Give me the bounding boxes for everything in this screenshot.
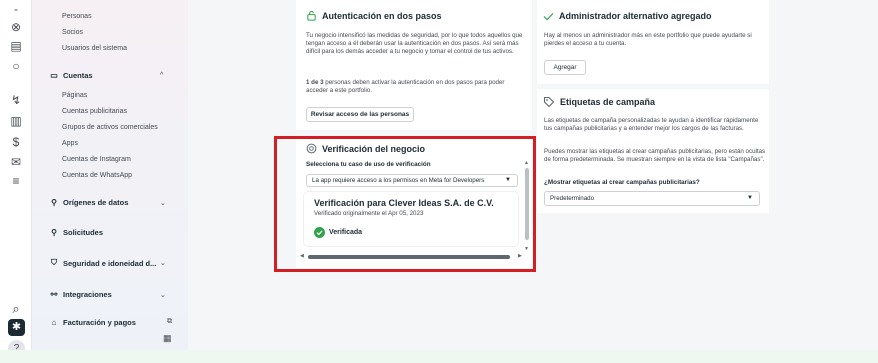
sidebar-section-billing[interactable]: ⌂ Facturación y pagos — [48, 318, 136, 327]
sidebar-section-label: Seguridad e idoneidad d... — [63, 258, 157, 268]
sidebar-item-paginas[interactable]: Páginas — [62, 92, 87, 99]
chevron-up-icon[interactable]: ^ — [160, 72, 163, 79]
sidebar-section-label: Cuentas — [63, 71, 93, 80]
lock-icon — [307, 10, 316, 21]
add-admin-button[interactable]: Agregar — [544, 60, 586, 75]
two-factor-card: Autenticación en dos pasos Tu negocio in… — [296, 0, 532, 130]
caret-down-icon: ▼ — [747, 195, 753, 201]
sidebar-footer-icon[interactable]: ▦ — [163, 333, 172, 344]
two-factor-title-text: Autenticación en dos pasos — [322, 10, 442, 21]
campaign-tags-body-1: Las etiquetas de campaña personalizadas … — [544, 117, 759, 133]
sidebar-item-asset-groups[interactable]: Grupos de activos comerciales — [62, 124, 158, 131]
sidebar-item-socios[interactable]: Socios — [62, 29, 83, 36]
review-access-button[interactable]: Revisar acceso de las personas — [306, 107, 414, 122]
sidebar-section-label: Facturación y pagos — [63, 318, 136, 327]
folder-icon: ▭ — [50, 71, 58, 80]
sidebar-item-personas[interactable]: Personas — [62, 13, 92, 20]
sidebar-item-whatsapp[interactable]: Cuentas de WhatsApp — [62, 172, 132, 179]
sidebar-item-instagram[interactable]: Cuentas de Instagram — [62, 156, 131, 163]
billing-icon: ⌂ — [51, 318, 57, 327]
circle-icon[interactable]: ○ — [6, 57, 26, 75]
bottom-bar — [0, 350, 878, 363]
menu-icon[interactable]: ≡ — [6, 172, 26, 190]
top-item-icon[interactable]: - — [6, 0, 26, 18]
admin-title: Administrador alternativo agregado — [543, 11, 712, 21]
sidebar-item-ad-accounts[interactable]: Cuentas publicitarias — [62, 108, 127, 115]
account-icon[interactable]: ⊗ — [6, 18, 26, 36]
sidebar-section-label: Solicitudes — [63, 228, 104, 237]
data-sources-icon: ⚲ — [51, 198, 57, 207]
highlight-box — [274, 136, 536, 272]
campaign-tags-card: Etiquetas de campaña Las etiquetas de ca… — [537, 89, 769, 213]
two-factor-title: Autenticación en dos pasos — [306, 10, 442, 21]
sidebar: Personas Socios Usuarios del sistema ▭ C… — [32, 0, 188, 350]
tools-icon[interactable]: ▤ — [6, 37, 26, 55]
chevron-down-icon[interactable]: ⌄ — [160, 291, 166, 299]
integrations-rail-icon[interactable]: ↯ — [6, 91, 26, 109]
chevron-down-icon[interactable]: ⌄ — [160, 199, 166, 207]
admin-card: Administrador alternativo agregado Hay a… — [537, 0, 769, 84]
two-factor-body: Tu negocio intensificó las medidas de se… — [306, 32, 523, 56]
shield-icon: ⛉ — [51, 258, 57, 267]
two-factor-count-text: personas deben activar la autenticación … — [306, 79, 505, 95]
tag-icon — [543, 96, 555, 108]
analytics-icon[interactable]: ▥ — [6, 112, 26, 130]
external-link-icon[interactable]: ⧉ — [167, 318, 172, 326]
sidebar-section-security[interactable]: ⛉ Seguridad e idoneidad d... — [48, 258, 156, 268]
sidebar-section-requests[interactable]: ⚲ Solicitudes — [48, 228, 103, 237]
sidebar-section-integrations[interactable]: ⚯ Integraciones — [48, 290, 112, 299]
search-icon[interactable]: ⌕ — [6, 300, 26, 318]
requests-icon: ⚲ — [51, 228, 57, 237]
campaign-tags-title-text: Etiquetas de campaña — [560, 97, 656, 107]
campaign-tags-select[interactable]: Predeterminado ▼ — [544, 191, 760, 206]
campaign-tags-question: ¿Mostrar etiquetas al crear campañas pub… — [544, 179, 700, 186]
sidebar-section-data-sources[interactable]: ⚲ Orígenes de datos — [48, 198, 128, 207]
sidebar-section-cuentas[interactable]: ▭ Cuentas — [48, 71, 93, 80]
check-icon — [543, 12, 554, 20]
icon-rail: - ⊗ ▤ ○ ↯ ▥ $ ✉ ≡ ⌕ ✱ ? — [0, 0, 32, 363]
campaign-tags-body-2: Puedes mostrar las etiquetas al crear ca… — [544, 148, 766, 164]
sidebar-section-label: Integraciones — [63, 290, 112, 299]
sidebar-item-apps[interactable]: Apps — [62, 140, 78, 147]
settings-icon[interactable]: ✱ — [8, 319, 25, 336]
chevron-down-icon[interactable]: ⌄ — [160, 259, 166, 267]
billing-rail-icon[interactable]: $ — [6, 133, 26, 151]
sidebar-item-system-users[interactable]: Usuarios del sistema — [62, 45, 127, 52]
admin-body: Hay al menos un administrador más en est… — [544, 32, 752, 48]
integrations-icon: ⚯ — [50, 290, 58, 299]
messages-icon[interactable]: ✉ — [6, 153, 26, 171]
campaign-tags-title: Etiquetas de campaña — [543, 96, 655, 108]
two-factor-count-bold: 1 de 3 — [306, 79, 324, 86]
two-factor-count: 1 de 3 personas deben activar la autenti… — [306, 79, 526, 95]
admin-title-text: Administrador alternativo agregado — [559, 11, 712, 21]
sidebar-section-label: Orígenes de datos — [63, 198, 129, 207]
campaign-tags-select-value: Predeterminado — [550, 195, 595, 202]
